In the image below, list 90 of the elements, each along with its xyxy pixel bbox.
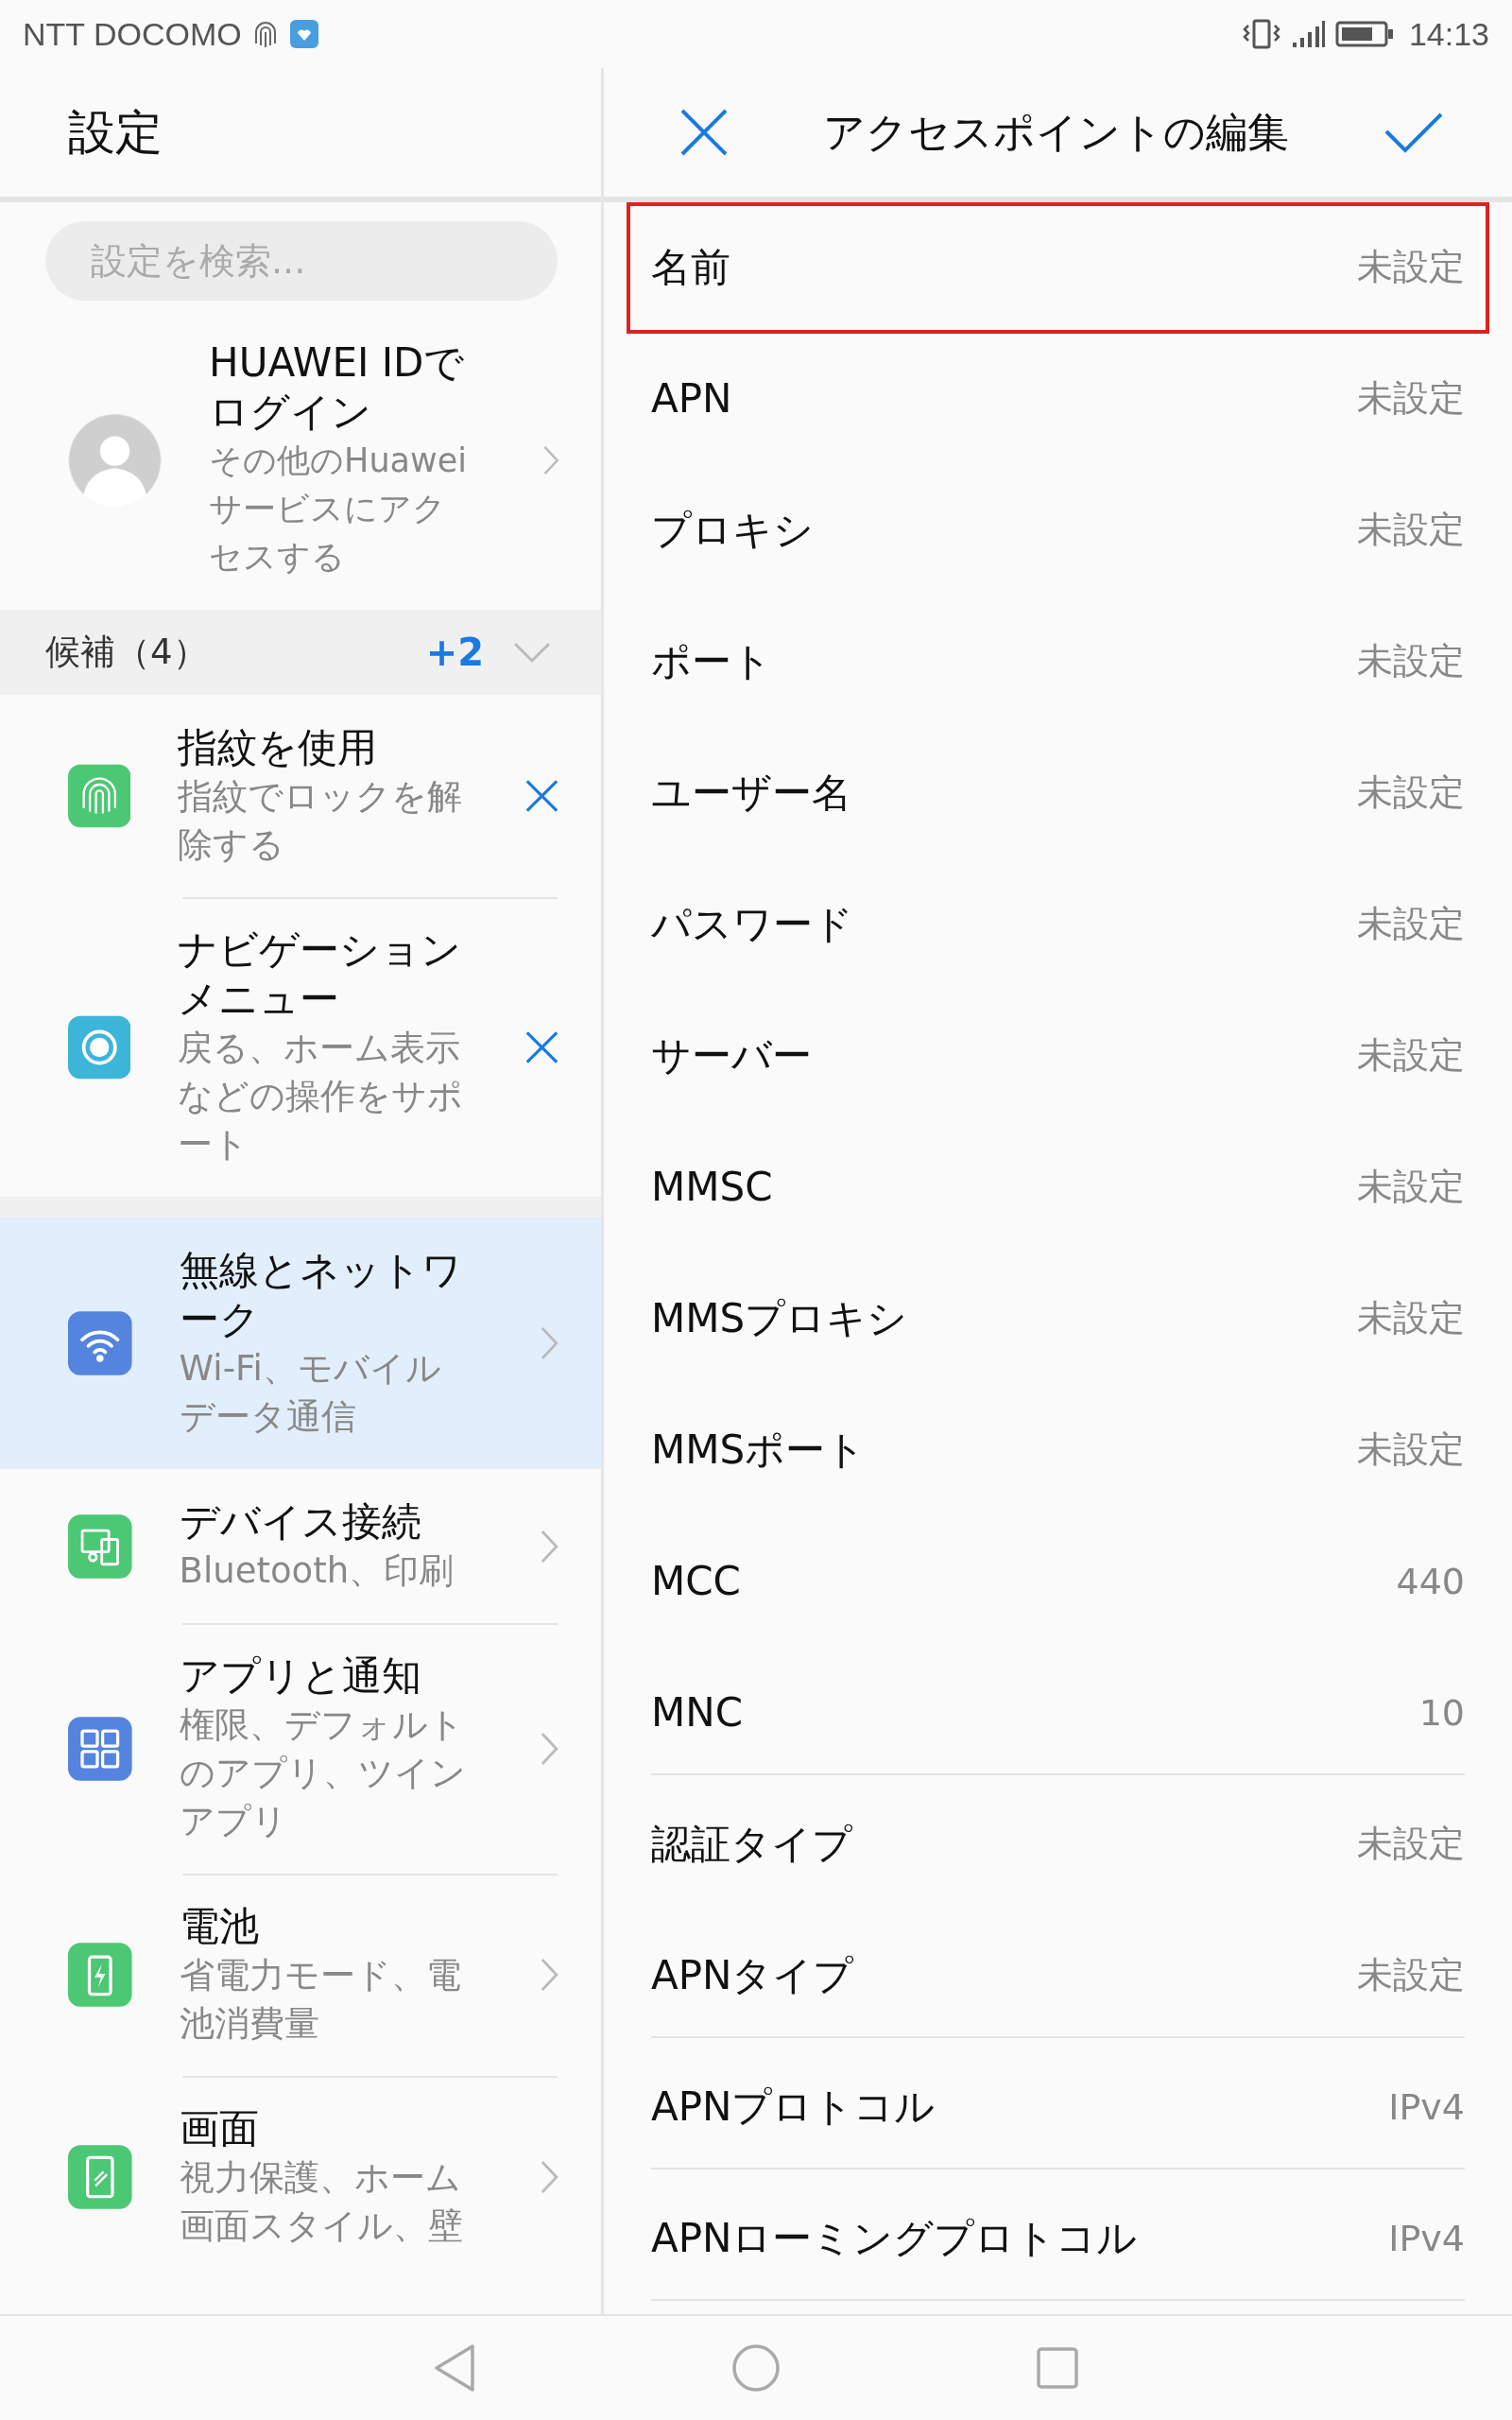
apn-field-row[interactable]: プロキシ 未設定 <box>627 465 1489 596</box>
chevron-right-icon <box>540 1956 559 1994</box>
field-label: ポート <box>651 636 772 686</box>
settings-item-title: デバイス接続 <box>179 1497 422 1547</box>
settings-item[interactable]: アプリと通知 権限、デフォルトのアプリ、ツインアプリ <box>0 1623 601 1874</box>
field-value: IPv4 <box>1388 2217 1465 2259</box>
apn-field-row[interactable]: MCC 440 <box>627 1516 1489 1648</box>
settings-item-title: 無線とネットワーク <box>179 1246 463 1344</box>
field-label: MMSC <box>651 1164 773 1210</box>
suggestion-title: ナビゲーションメニュー <box>178 925 463 1024</box>
profile-item[interactable]: HUAWEI IDでログイン その他のHuaweiサービスにアクセスする <box>0 301 601 610</box>
suggestions-label: 候補（4） <box>45 631 208 674</box>
back-icon[interactable] <box>433 2343 476 2393</box>
more-count[interactable]: +2 <box>425 631 484 674</box>
field-label: 認証タイプ <box>651 1819 852 1869</box>
field-value: 未設定 <box>1357 1033 1465 1078</box>
apn-field-row[interactable]: 名前 未設定 <box>627 202 1489 334</box>
settings-item[interactable]: 無線とネットワーク Wi-Fi、モバイルデータ通信 <box>0 1218 601 1469</box>
checkmark-icon[interactable] <box>1383 111 1444 154</box>
apn-field-row[interactable]: ユーザー名 未設定 <box>627 728 1489 859</box>
carrier-name: NTT DOCOMO <box>23 15 242 53</box>
field-label: プロキシ <box>651 505 814 555</box>
field-value: 未設定 <box>1357 1427 1465 1472</box>
signal-icon <box>1291 20 1326 48</box>
field-label: 名前 <box>651 242 730 292</box>
field-label: サーバー <box>651 1030 812 1080</box>
suggestion-subtitle: 指紋でロックを解除する <box>178 775 464 867</box>
chevron-right-icon <box>540 1324 559 1362</box>
apn-field-row[interactable]: APN 未設定 <box>627 334 1489 465</box>
apn-field-row[interactable]: ポート 未設定 <box>627 596 1489 728</box>
settings-item-subtitle: Bluetooth、印刷 <box>179 1549 455 1593</box>
field-value: 未設定 <box>1357 1165 1465 1209</box>
field-value: 未設定 <box>1357 376 1465 421</box>
settings-item[interactable]: デバイス接続 Bluetooth、印刷 <box>0 1469 601 1623</box>
field-value: 未設定 <box>1357 1953 1465 1997</box>
settings-item[interactable]: 画面 視力保護、ホーム画面スタイル、壁 <box>0 2076 601 2278</box>
home-icon[interactable] <box>731 2343 781 2393</box>
apn-field-row[interactable]: MMSC 未設定 <box>627 1122 1489 1253</box>
settings-item[interactable]: 電池 省電力モード、電池消費量 <box>0 1874 601 2076</box>
apn-field-row[interactable]: サーバー 未設定 <box>627 991 1489 1122</box>
recents-icon[interactable] <box>1036 2346 1079 2390</box>
profile-title: HUAWEI IDでログイン <box>209 338 466 437</box>
field-value: 未設定 <box>1357 508 1465 552</box>
suggestion-subtitle: 戻る、ホーム表示などの操作をサポート <box>178 1027 465 1167</box>
suggestion-item[interactable]: ナビゲーションメニュー 戻る、ホーム表示などの操作をサポート <box>0 897 601 1197</box>
close-icon[interactable] <box>679 108 729 157</box>
clock-time: 14:13 <box>1408 15 1489 53</box>
field-label: APN <box>651 375 732 422</box>
field-value: 未設定 <box>1357 1296 1465 1340</box>
field-value: 未設定 <box>1357 1822 1465 1866</box>
field-value: IPv4 <box>1388 2085 1465 2128</box>
apn-field-row[interactable]: MNC 10 <box>627 1648 1489 1779</box>
field-label: MCC <box>651 1558 741 1604</box>
settings-item-title: アプリと通知 <box>179 1651 422 1701</box>
apn-field-row[interactable]: MMSポート 未設定 <box>627 1385 1489 1516</box>
settings-item-subtitle: 権限、デフォルトのアプリ、ツインアプリ <box>179 1703 467 1843</box>
apn-field-row[interactable]: APNプロトコル IPv4 <box>627 2042 1489 2173</box>
field-label: MMSポート <box>651 1425 867 1475</box>
settings-item-title: 電池 <box>179 1902 260 1951</box>
app-icon <box>288 19 319 49</box>
profile-subtitle: その他のHuaweiサービスにアクセスする <box>209 441 468 578</box>
field-value: 未設定 <box>1357 245 1465 289</box>
field-label: MNC <box>651 1689 743 1736</box>
field-label: APNタイプ <box>651 1950 854 2000</box>
field-label: ユーザー名 <box>651 768 851 818</box>
search-field[interactable]: 設定を検索... <box>45 221 558 301</box>
suggestion-item[interactable]: 指紋を使用 指紋でロックを解除する <box>0 695 601 897</box>
field-value: 未設定 <box>1357 902 1465 946</box>
field-value: 10 <box>1418 1691 1465 1734</box>
chevron-right-icon <box>540 2158 559 2196</box>
apn-field-row[interactable]: 認証タイプ 未設定 <box>627 1779 1489 1910</box>
field-label: パスワード <box>651 899 853 949</box>
field-label: APNプロトコル <box>651 2082 936 2132</box>
settings-title: 設定 <box>68 103 163 162</box>
settings-item-subtitle: 省電力モード、電池消費量 <box>179 1954 462 2046</box>
field-value: 440 <box>1396 1560 1465 1602</box>
field-value: 未設定 <box>1357 639 1465 683</box>
field-label: MMSプロキシ <box>651 1293 908 1343</box>
apn-field-row[interactable]: APNタイプ 未設定 <box>627 1910 1489 2042</box>
apn-field-row[interactable]: APNローミングプロトコル IPv4 <box>627 2173 1489 2305</box>
apn-field-row[interactable]: パスワード 未設定 <box>627 859 1489 991</box>
screen-title: アクセスポイントの編集 <box>823 106 1289 158</box>
field-label: APNローミングプロトコル <box>651 2213 1138 2263</box>
settings-item-title: 画面 <box>179 2104 260 2153</box>
apn-field-row[interactable]: MMSプロキシ 未設定 <box>627 1253 1489 1385</box>
settings-item-subtitle: Wi-Fi、モバイルデータ通信 <box>179 1347 442 1439</box>
settings-item-subtitle: 視力保護、ホーム画面スタイル、壁 <box>179 2156 464 2248</box>
suggestion-title: 指紋を使用 <box>178 723 379 772</box>
battery-icon <box>1334 20 1394 48</box>
field-value: 未設定 <box>1357 770 1465 815</box>
